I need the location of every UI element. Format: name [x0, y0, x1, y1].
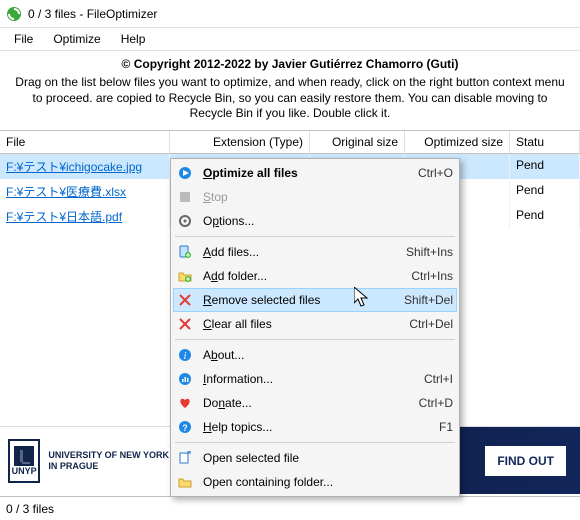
ctx-help-topics[interactable]: ? Help topics... F1 — [173, 415, 457, 439]
stop-icon — [177, 189, 193, 205]
menu-file[interactable]: File — [6, 30, 41, 48]
add-folder-icon — [177, 268, 193, 284]
separator — [175, 339, 455, 340]
play-icon — [177, 165, 193, 181]
instructions-text: Drag on the list below files you want to… — [0, 75, 580, 130]
shortcut-label: Shift+Ins — [383, 245, 453, 259]
col-optimized[interactable]: Optimized size — [405, 131, 510, 154]
file-link[interactable]: F:¥テスト¥医療費.xlsx — [6, 185, 126, 199]
statusbar: 0 / 3 files — [0, 496, 580, 520]
separator — [175, 236, 455, 237]
separator — [175, 442, 455, 443]
find-out-button[interactable]: FIND OUT — [485, 446, 566, 476]
remove-icon — [177, 292, 193, 308]
shortcut-label: Ctrl+Del — [383, 317, 453, 331]
shortcut-label: Ctrl+I — [383, 372, 453, 386]
titlebar: 0 / 3 files - FileOptimizer — [0, 0, 580, 28]
svg-text:?: ? — [182, 423, 188, 433]
shortcut-label: F1 — [383, 420, 453, 434]
app-icon — [6, 6, 22, 22]
ctx-stop: Stop — [173, 185, 457, 209]
university-name: UNIVERSITY OF NEW YORK IN PRAGUE — [48, 450, 171, 472]
help-icon: ? — [177, 419, 193, 435]
shortcut-label: Shift+Del — [383, 293, 453, 307]
add-file-icon — [177, 244, 193, 260]
file-link[interactable]: F:¥テスト¥ichigocake.jpg — [6, 160, 142, 174]
context-menu: Optimize all files Ctrl+O Stop Options..… — [170, 158, 460, 497]
table-header-row: File Extension (Type) Original size Opti… — [0, 131, 580, 154]
ctx-options[interactable]: Options... — [173, 209, 457, 233]
shortcut-label: Ctrl+O — [383, 166, 453, 180]
info-icon: i — [177, 347, 193, 363]
col-original[interactable]: Original size — [310, 131, 405, 154]
col-status[interactable]: Statu — [510, 131, 580, 154]
ctx-remove-selected[interactable]: Remove selected files Shift+Del — [173, 288, 457, 312]
status-text: 0 / 3 files — [6, 502, 54, 516]
banner-left: UNYP UNIVERSITY OF NEW YORK IN PRAGUE — [0, 427, 180, 494]
shortcut-label: Ctrl+Ins — [383, 269, 453, 283]
ctx-add-folder[interactable]: Add folder... Ctrl+Ins — [173, 264, 457, 288]
ctx-optimize-all[interactable]: Optimize all files Ctrl+O — [173, 161, 457, 185]
shortcut-label: Ctrl+D — [383, 396, 453, 410]
menu-help[interactable]: Help — [113, 30, 154, 48]
stats-icon — [177, 371, 193, 387]
unyp-logo-icon: UNYP — [8, 439, 40, 483]
cell-status: Pend — [510, 204, 580, 229]
menubar: File Optimize Help — [0, 28, 580, 51]
clear-icon — [177, 316, 193, 332]
ctx-clear-all[interactable]: Clear all files Ctrl+Del — [173, 312, 457, 336]
heart-icon — [177, 395, 193, 411]
open-folder-icon — [177, 474, 193, 490]
cell-status: Pend — [510, 154, 580, 179]
cell-status: Pend — [510, 179, 580, 204]
ctx-open-folder[interactable]: Open containing folder... — [173, 470, 457, 494]
gear-icon — [177, 213, 193, 229]
window-title: 0 / 3 files - FileOptimizer — [28, 7, 157, 21]
menu-optimize[interactable]: Optimize — [45, 30, 108, 48]
col-extension[interactable]: Extension (Type) — [170, 131, 310, 154]
ctx-about[interactable]: i About... — [173, 343, 457, 367]
ctx-information[interactable]: Information... Ctrl+I — [173, 367, 457, 391]
col-file[interactable]: File — [0, 131, 170, 154]
ctx-donate[interactable]: Donate... Ctrl+D — [173, 391, 457, 415]
ctx-add-files[interactable]: Add files... Shift+Ins — [173, 240, 457, 264]
file-link[interactable]: F:¥テスト¥日本語.pdf — [6, 210, 122, 224]
ctx-open-selected[interactable]: Open selected file — [173, 446, 457, 470]
svg-text:i: i — [184, 351, 187, 362]
open-file-icon — [177, 450, 193, 466]
copyright-text: © Copyright 2012-2022 by Javier Gutiérre… — [0, 51, 580, 75]
